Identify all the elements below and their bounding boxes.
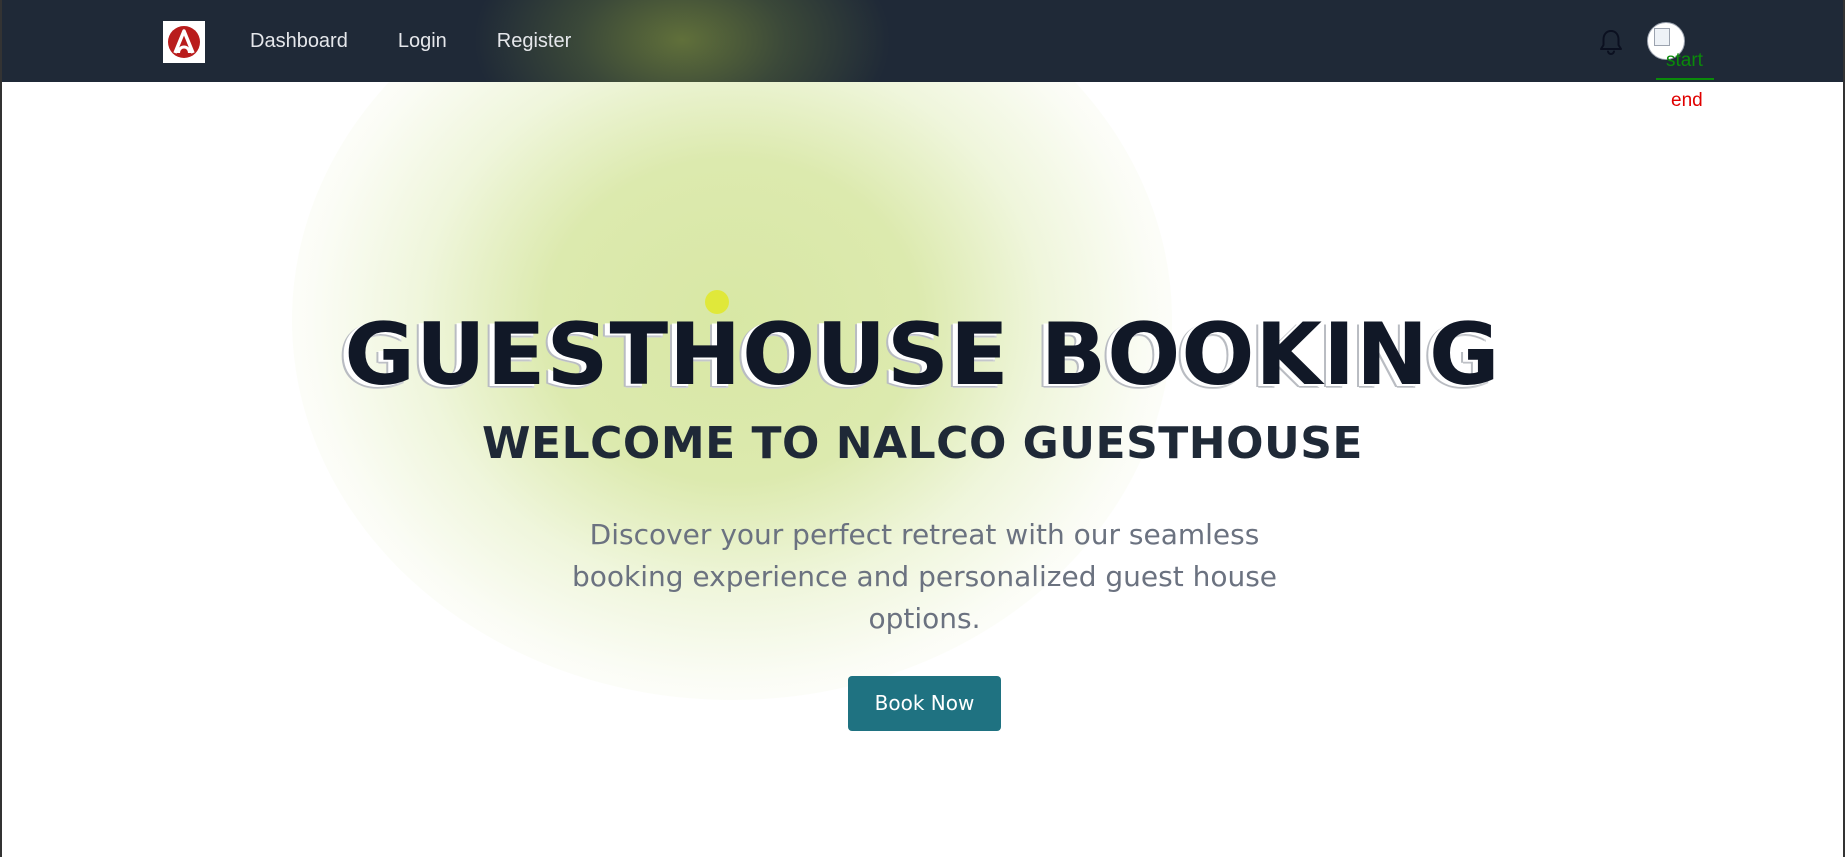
book-now-button[interactable]: Book Now [848,676,1001,731]
nav-links: Dashboard Login Register [250,0,571,82]
nav-link-dashboard[interactable]: Dashboard [250,30,348,53]
hero-description: Discover your perfect retreat with our s… [571,518,1278,635]
page: Dashboard Login Register start end GUEST… [0,0,1845,857]
hero-subtitle: WELCOME TO NALCO GUESTHOUSE [482,418,1363,469]
end-marker: end [1671,90,1703,111]
hero-title: GUESTHOUSE BOOKING [344,305,1501,405]
bell-icon[interactable] [1598,28,1624,56]
start-marker: start [1656,50,1714,80]
nalco-logo[interactable] [163,21,205,63]
broken-image-icon [1654,28,1670,46]
nav-link-login[interactable]: Login [398,30,447,53]
nav-link-register[interactable]: Register [497,30,571,53]
navbar: Dashboard Login Register [2,0,1843,82]
logo-icon [168,26,200,58]
